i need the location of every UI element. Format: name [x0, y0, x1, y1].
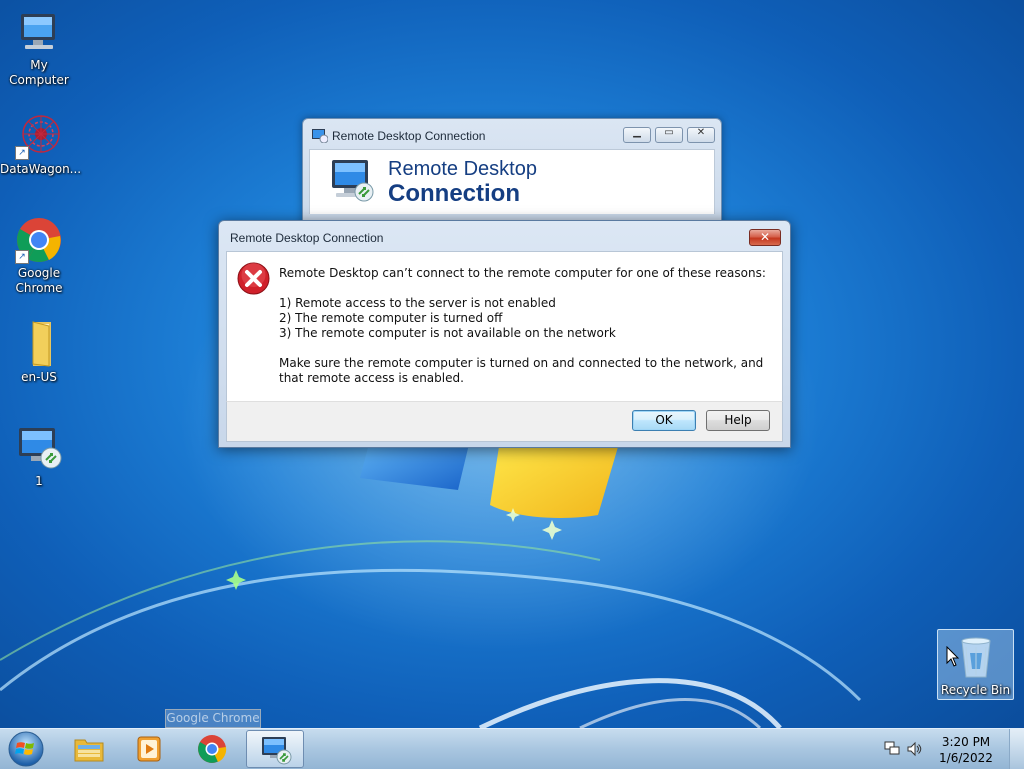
- network-icon[interactable]: [884, 740, 900, 756]
- folder-icon: [15, 320, 63, 368]
- taskbar-chrome-button[interactable]: [183, 730, 241, 768]
- error-reason-2: 2) The remote computer is turned off: [279, 311, 503, 325]
- system-tray: 3:20 PM 1/6/2022: [874, 729, 1024, 769]
- error-dialog-footer: OK Help: [226, 401, 783, 442]
- error-dialog[interactable]: Remote Desktop Connection ✕ Remote Deskt…: [218, 220, 791, 448]
- close-icon: ✕: [696, 127, 706, 138]
- remote-desktop-icon: [328, 156, 376, 204]
- desktop-icon-label: DataWagon...: [0, 162, 82, 176]
- error-reason-3: 3) The remote computer is not available …: [279, 326, 616, 340]
- help-button[interactable]: Help: [706, 410, 770, 431]
- taskbar: 3:20 PM 1/6/2022: [0, 728, 1024, 769]
- rdc-banner: Remote Desktop Connection: [309, 149, 715, 214]
- mouse-cursor-icon: [946, 645, 960, 668]
- minimize-icon: ▁: [633, 127, 641, 138]
- close-icon: ✕: [759, 230, 771, 244]
- error-message-body: Make sure the remote computer is turned …: [279, 356, 764, 385]
- chrome-icon: [196, 734, 228, 764]
- error-icon: [237, 262, 270, 295]
- remote-desktop-icon: [260, 735, 292, 765]
- desktop-icon-my-computer[interactable]: My Computer: [0, 8, 78, 88]
- remote-desktop-icon: [15, 424, 63, 472]
- banner-title-line2: Connection: [388, 180, 520, 207]
- error-reason-1: 1) Remote access to the server is not en…: [279, 296, 556, 310]
- desktop-icon-label: Recycle Bin: [940, 683, 1011, 697]
- error-dialog-titlebar[interactable]: Remote Desktop Connection ✕: [219, 221, 790, 251]
- start-button[interactable]: [4, 730, 48, 768]
- computer-icon: [15, 8, 63, 56]
- folder-icon: [73, 734, 105, 764]
- taskbar-explorer-button[interactable]: [60, 730, 118, 768]
- rdc-main-window[interactable]: Remote Desktop Connection ▁ ▭ ✕ Remote D…: [302, 118, 722, 230]
- rdc-window-title: Remote Desktop Connection: [332, 129, 486, 143]
- minimize-button[interactable]: ▁: [623, 127, 651, 143]
- shortcut-arrow-icon: ↗: [15, 146, 29, 160]
- desktop-icon-en-us-folder[interactable]: en-US: [0, 320, 78, 385]
- error-dialog-title: Remote Desktop Connection: [230, 231, 384, 245]
- desktop-icon-remote-1[interactable]: 1: [0, 424, 78, 489]
- chrome-icon: ↗: [15, 216, 63, 264]
- error-dialog-close-button[interactable]: ✕: [749, 229, 781, 246]
- shortcut-arrow-icon: ↗: [15, 250, 29, 264]
- clock-date: 1/6/2022: [939, 751, 993, 765]
- error-dialog-content: Remote Desktop can’t connect to the remo…: [226, 251, 783, 402]
- datawagon-icon: ↗: [15, 112, 63, 160]
- banner-title-line1: Remote Desktop: [388, 158, 537, 180]
- rdc-close-button[interactable]: ✕: [687, 127, 715, 143]
- desktop-icon-label: My Computer: [9, 58, 69, 87]
- volume-icon[interactable]: [906, 741, 922, 757]
- taskbar-media-player-button[interactable]: [120, 730, 178, 768]
- taskbar-clock[interactable]: 3:20 PM 1/6/2022: [936, 734, 996, 766]
- ok-button[interactable]: OK: [632, 410, 696, 431]
- restore-button[interactable]: ▭: [655, 127, 683, 143]
- clock-time: 3:20 PM: [941, 735, 991, 749]
- taskbar-tooltip: Google Chrome: [165, 709, 261, 728]
- media-player-icon: [133, 734, 165, 764]
- desktop-icon-google-chrome[interactable]: ↗ Google Chrome: [0, 216, 78, 296]
- desktop-icon-label: 1: [35, 474, 43, 488]
- restore-icon: ▭: [664, 127, 674, 138]
- taskbar-remote-desktop-button[interactable]: [246, 730, 304, 768]
- error-message-intro: Remote Desktop can’t connect to the remo…: [279, 266, 766, 280]
- desktop-icon-datawagon[interactable]: ↗ DataWagon...: [0, 112, 82, 177]
- windows-orb-icon: [8, 731, 44, 767]
- show-desktop-button[interactable]: [1009, 729, 1024, 769]
- desktop: My Computer ↗ DataWagon... ↗ Google Chro…: [0, 0, 1024, 728]
- desktop-icon-label: en-US: [21, 370, 57, 384]
- remote-desktop-icon: [312, 128, 329, 144]
- desktop-icon-label: Google Chrome: [15, 266, 63, 295]
- rdc-window-titlebar[interactable]: Remote Desktop Connection ▁ ▭ ✕: [303, 119, 721, 149]
